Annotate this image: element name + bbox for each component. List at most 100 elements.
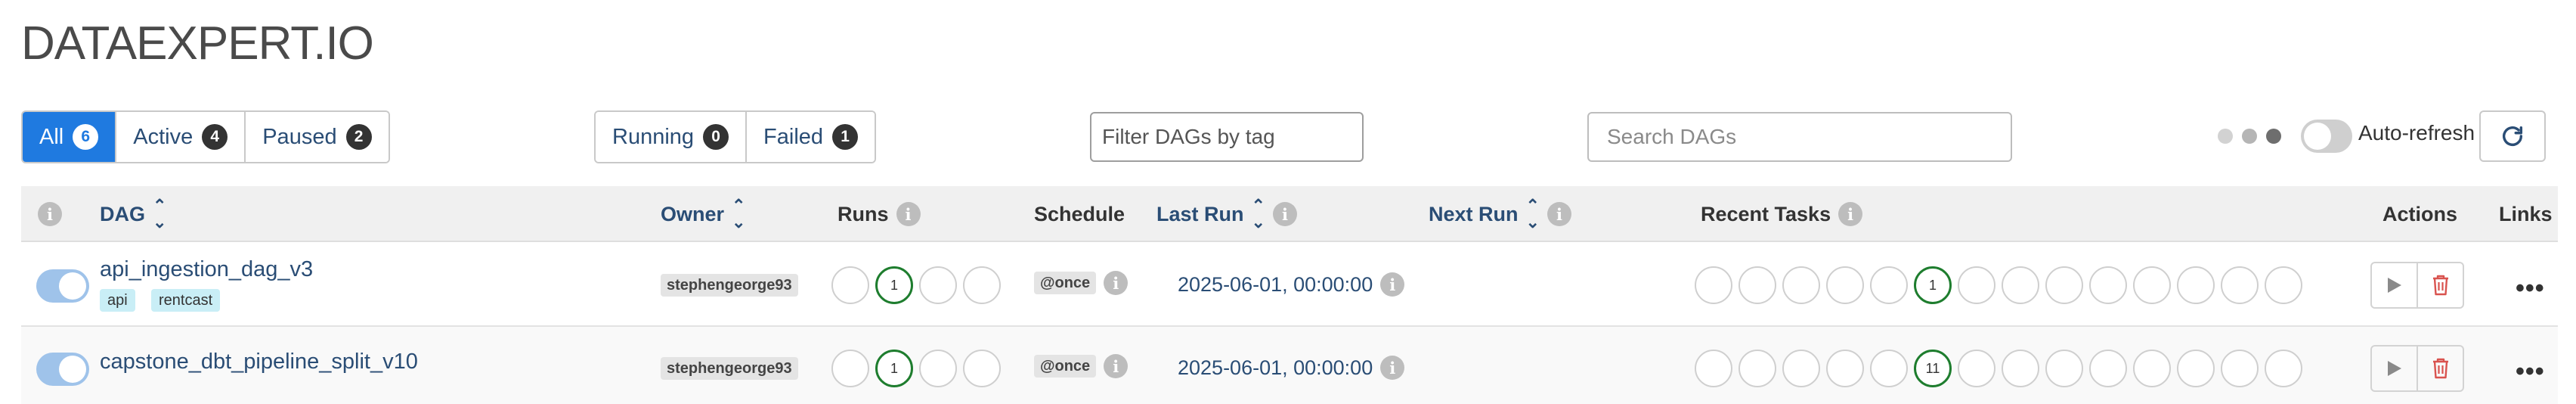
trigger-dag-button[interactable] — [2372, 263, 2418, 307]
tab-paused[interactable]: Paused 2 — [246, 112, 389, 162]
task-state-circle[interactable] — [1695, 350, 1732, 387]
info-icon[interactable]: i — [1547, 202, 1571, 226]
refresh-icon — [2502, 126, 2523, 146]
table-row: capstone_dbt_pipeline_split_v10 stepheng… — [21, 327, 2558, 404]
task-state-circle[interactable] — [1958, 266, 1995, 304]
last-run-cell: 2025-06-01, 00:00:00 i — [1178, 356, 1405, 380]
schedule-cell: @once i — [1034, 271, 1129, 295]
dag-link[interactable]: capstone_dbt_pipeline_split_v10 — [100, 350, 418, 374]
task-state-circle[interactable] — [2002, 350, 2039, 387]
search-input[interactable]: Search DAGs — [1587, 112, 2012, 162]
run-state-circle[interactable] — [963, 350, 1001, 387]
task-state-circle[interactable] — [2089, 350, 2127, 387]
dag-link[interactable]: api_ingestion_dag_v3 — [100, 257, 313, 282]
play-icon — [2387, 278, 2401, 293]
column-schedule: Schedule — [1034, 186, 1125, 242]
task-state-circle[interactable] — [1695, 266, 1732, 304]
task-state-circle[interactable] — [1826, 350, 1864, 387]
sort-icon: ⌃ ⌄ — [1525, 196, 1540, 232]
trash-icon — [2432, 275, 2448, 296]
task-state-circle[interactable] — [1782, 266, 1820, 304]
task-state-circle[interactable] — [1782, 350, 1820, 387]
info-icon[interactable]: i — [896, 202, 921, 226]
run-state-circle[interactable] — [919, 350, 957, 387]
table-header: i DAG ⌃ ⌄ Owner ⌃ ⌄ Runs i Schedule Last R… — [21, 186, 2558, 242]
tab-all-label: All — [39, 124, 64, 149]
more-icon[interactable]: ••• — [2516, 357, 2545, 387]
tab-active[interactable]: Active 4 — [116, 112, 246, 162]
task-state-circle[interactable] — [1958, 350, 1995, 387]
info-icon[interactable]: i — [1104, 271, 1129, 295]
schedule-badge: @once — [1034, 272, 1097, 294]
task-state-circle[interactable]: 11 — [1914, 350, 1952, 387]
info-icon[interactable]: i — [1838, 202, 1863, 226]
delete-dag-button[interactable] — [2418, 347, 2463, 390]
info-icon[interactable]: i — [1380, 272, 1405, 297]
task-state-circle[interactable] — [1826, 266, 1864, 304]
task-state-circle[interactable] — [2177, 350, 2215, 387]
trash-icon — [2432, 358, 2448, 379]
info-icon[interactable]: i — [38, 202, 62, 226]
auto-refresh-toggle[interactable] — [2301, 120, 2352, 153]
task-state-circle[interactable]: 1 — [1914, 266, 1952, 304]
column-next-run[interactable]: Next Run ⌃ ⌄ i — [1429, 186, 1571, 242]
task-state-circle[interactable] — [2045, 350, 2083, 387]
tag-filter-input[interactable]: Filter DAGs by tag — [1090, 112, 1364, 162]
column-last-run-label: Last Run — [1156, 202, 1244, 225]
info-icon[interactable]: i — [1272, 202, 1297, 226]
run-state-circle[interactable] — [919, 266, 957, 304]
task-state-circle[interactable] — [2265, 266, 2302, 304]
dag-pause-toggle[interactable] — [36, 353, 89, 386]
task-state-circle[interactable] — [2045, 266, 2083, 304]
table-row: api_ingestion_dag_v3 api rentcast stephe… — [21, 244, 2558, 327]
task-state-circle[interactable] — [1870, 350, 1908, 387]
column-last-run[interactable]: Last Run ⌃ ⌄ i — [1156, 186, 1297, 242]
task-state-circle[interactable] — [2265, 350, 2302, 387]
dag-pause-toggle[interactable] — [36, 269, 89, 303]
run-state-circle[interactable]: 1 — [875, 350, 913, 387]
run-state-circle[interactable]: 1 — [875, 266, 913, 304]
column-owner-label: Owner — [661, 202, 725, 225]
refresh-button[interactable] — [2479, 110, 2546, 162]
tab-running[interactable]: Running 0 — [596, 112, 748, 162]
task-state-circle[interactable] — [1738, 350, 1776, 387]
column-dag[interactable]: DAG ⌃ ⌄ — [100, 186, 166, 242]
column-actions-label: Actions — [2382, 202, 2458, 225]
column-owner[interactable]: Owner ⌃ ⌄ — [661, 186, 745, 242]
column-runs: Runs i — [838, 186, 921, 242]
task-state-circle[interactable] — [2221, 266, 2259, 304]
schedule-cell: @once i — [1034, 354, 1129, 378]
owner-badge[interactable]: stephengeorge93 — [661, 274, 798, 297]
dag-tag[interactable]: rentcast — [151, 289, 221, 312]
task-state-circle[interactable] — [1738, 266, 1776, 304]
task-state-circle[interactable] — [2177, 266, 2215, 304]
task-state-circle[interactable] — [1870, 266, 1908, 304]
owner-badge[interactable]: stephengeorge93 — [661, 357, 798, 380]
tab-all[interactable]: All 6 — [23, 112, 117, 162]
tab-active-label: Active — [133, 124, 194, 149]
task-state-circle[interactable] — [2221, 350, 2259, 387]
run-state-circle[interactable] — [963, 266, 1001, 304]
delete-dag-button[interactable] — [2418, 263, 2463, 307]
run-state-circle[interactable] — [831, 266, 869, 304]
run-state-circle[interactable] — [831, 350, 869, 387]
tab-failed[interactable]: Failed 1 — [747, 112, 875, 162]
column-actions: Actions — [2382, 186, 2457, 242]
task-state-circle[interactable] — [2133, 350, 2171, 387]
task-state-circle[interactable] — [2133, 266, 2171, 304]
info-icon[interactable]: i — [1104, 354, 1129, 378]
last-run-link[interactable]: 2025-06-01, 00:00:00 — [1178, 273, 1373, 297]
refresh-interval-indicator — [2218, 129, 2281, 144]
recent-tasks-status: 11 — [1695, 350, 2302, 387]
dag-tag[interactable]: api — [100, 289, 135, 312]
task-state-circle[interactable] — [2002, 266, 2039, 304]
trigger-dag-button[interactable] — [2372, 347, 2418, 390]
last-run-link[interactable]: 2025-06-01, 00:00:00 — [1178, 356, 1373, 380]
task-state-circle[interactable] — [2089, 266, 2127, 304]
run-state-filter-group: Running 0 Failed 1 — [594, 110, 877, 163]
info-icon[interactable]: i — [1380, 356, 1405, 380]
tab-running-count: 0 — [703, 124, 729, 150]
column-schedule-label: Schedule — [1034, 202, 1125, 225]
brand-logo: DATAEXPERT.IO — [21, 17, 374, 70]
more-icon[interactable]: ••• — [2516, 274, 2545, 303]
